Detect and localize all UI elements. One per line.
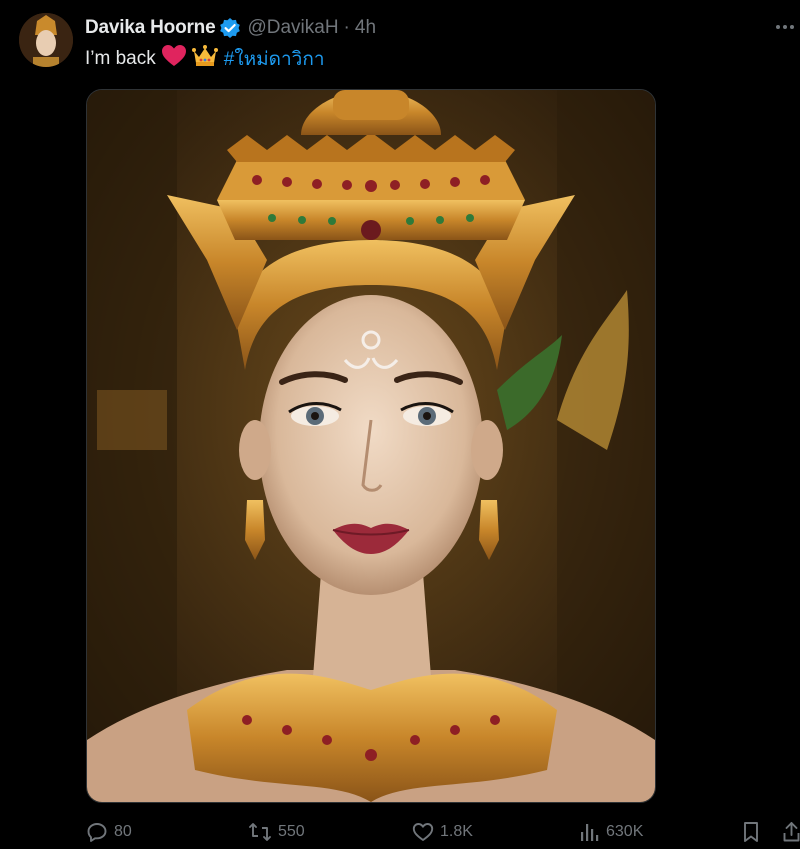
retweet-button[interactable]: 550 bbox=[248, 820, 305, 844]
heart-icon bbox=[412, 823, 434, 841]
tweet-photo[interactable] bbox=[86, 89, 656, 803]
author-avatar[interactable] bbox=[19, 13, 73, 67]
bookmark-icon bbox=[744, 822, 758, 842]
like-count: 1.8K bbox=[440, 823, 473, 840]
red-heart-icon bbox=[161, 44, 187, 74]
like-button[interactable]: 1.8K bbox=[412, 820, 473, 844]
header-separator: · bbox=[343, 17, 350, 38]
verified-badge-icon bbox=[219, 17, 241, 39]
share-button[interactable] bbox=[783, 820, 800, 844]
tweet: Davika Hoorne @DavikaH · 4h I’m back #ให… bbox=[0, 0, 800, 849]
tweet-timestamp[interactable]: 4h bbox=[355, 17, 376, 39]
share-icon bbox=[783, 822, 800, 842]
hashtag-link[interactable]: #ใหม่ดาวิกา bbox=[224, 44, 325, 74]
view-count: 630K bbox=[606, 823, 644, 840]
author-handle[interactable]: @DavikaH bbox=[247, 17, 338, 39]
views-chart-icon bbox=[581, 824, 599, 841]
portrait-photo-icon bbox=[87, 90, 655, 802]
tweet-text-body: I’m back bbox=[85, 48, 156, 69]
tweet-actions: 80 550 1.8K 630K bbox=[0, 820, 800, 844]
author-display-name[interactable]: Davika Hoorne bbox=[85, 17, 216, 39]
more-options-icon[interactable] bbox=[776, 17, 800, 37]
retweet-count: 550 bbox=[278, 823, 305, 840]
tweet-header: Davika Hoorne @DavikaH · 4h bbox=[85, 16, 376, 40]
retweet-icon bbox=[249, 823, 271, 841]
reply-icon bbox=[87, 823, 107, 842]
reply-count: 80 bbox=[114, 823, 132, 840]
bookmark-button[interactable] bbox=[741, 820, 767, 844]
crown-icon bbox=[191, 44, 218, 74]
views-button[interactable]: 630K bbox=[578, 820, 643, 844]
reply-button[interactable]: 80 bbox=[86, 820, 132, 844]
tweet-text: I’m back #ใหม่ดาวิกา bbox=[85, 44, 325, 74]
